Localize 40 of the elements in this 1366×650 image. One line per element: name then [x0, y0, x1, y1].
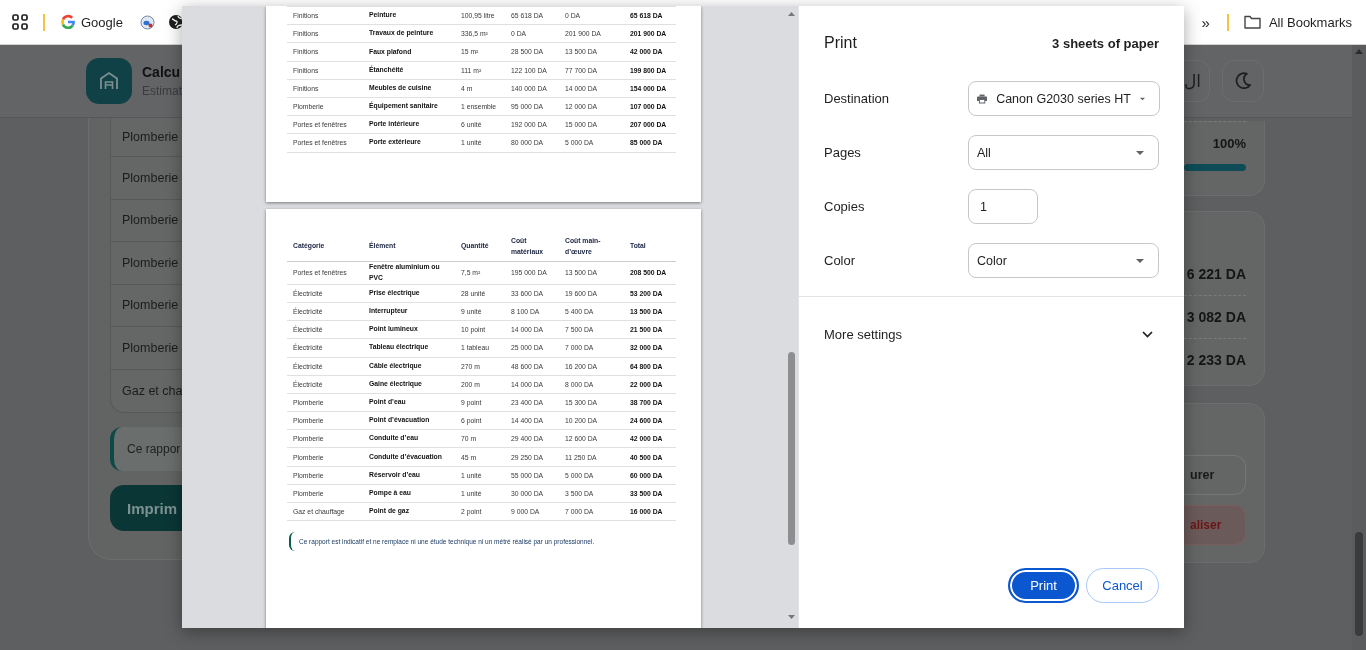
scroll-up-arrow-icon[interactable] [788, 12, 795, 16]
all-bookmarks-button[interactable]: All Bookmarks [1243, 14, 1352, 30]
house-icon [99, 71, 119, 91]
bookmark-link[interactable]: Google [60, 14, 123, 30]
scrollbar-thumb[interactable] [1355, 532, 1363, 636]
dialog-title: Print [824, 34, 857, 52]
apps-icon[interactable] [12, 14, 28, 30]
moon-icon [1234, 72, 1252, 90]
progress-percent: 100% [1211, 136, 1246, 151]
dropdown[interactable]: Color [968, 243, 1159, 278]
site-icon[interactable] [139, 14, 155, 30]
folder-icon [1243, 15, 1261, 29]
dropdown-arrow-icon [1136, 258, 1144, 263]
field-label: Copies [824, 199, 866, 214]
list-row-text: Gaz et cha [121, 382, 182, 400]
note-box: Ce rappor [110, 427, 182, 471]
google-icon [60, 14, 76, 30]
dropdown-arrow-icon [1139, 96, 1145, 101]
scrollbar-thumb[interactable] [788, 352, 795, 545]
copies-field[interactable]: 1 [968, 189, 1038, 224]
cancel-button[interactable]: Cancel [1086, 568, 1159, 603]
dropdown[interactable]: All [968, 135, 1159, 170]
field-label: Color [824, 253, 857, 268]
more-bookmarks-button[interactable]: » [1199, 13, 1212, 31]
print-button[interactable]: Print [1008, 568, 1079, 603]
scroll-up-arrow-icon[interactable] [1355, 49, 1363, 54]
dropdown-arrow-icon [1136, 150, 1144, 155]
total-value: 6 221 DA [1186, 266, 1246, 282]
dropdown[interactable]: Canon G2030 series HT [968, 81, 1160, 116]
theme-button[interactable] [1222, 60, 1264, 102]
total-value: 2 233 DA [1186, 352, 1246, 368]
scroll-down-arrow-icon[interactable] [788, 615, 795, 619]
total-value: 3 082 DA [1186, 309, 1246, 325]
print-button[interactable]: Imprim [110, 485, 182, 531]
more-settings-toggle[interactable]: More settings [824, 297, 1159, 371]
field-label: Destination [824, 91, 891, 106]
app-title: Calcu [142, 64, 182, 80]
field-label: Pages [824, 145, 862, 160]
sheet-count: 3 sheets of paper [1052, 35, 1159, 51]
globe-icon[interactable] [168, 15, 183, 29]
